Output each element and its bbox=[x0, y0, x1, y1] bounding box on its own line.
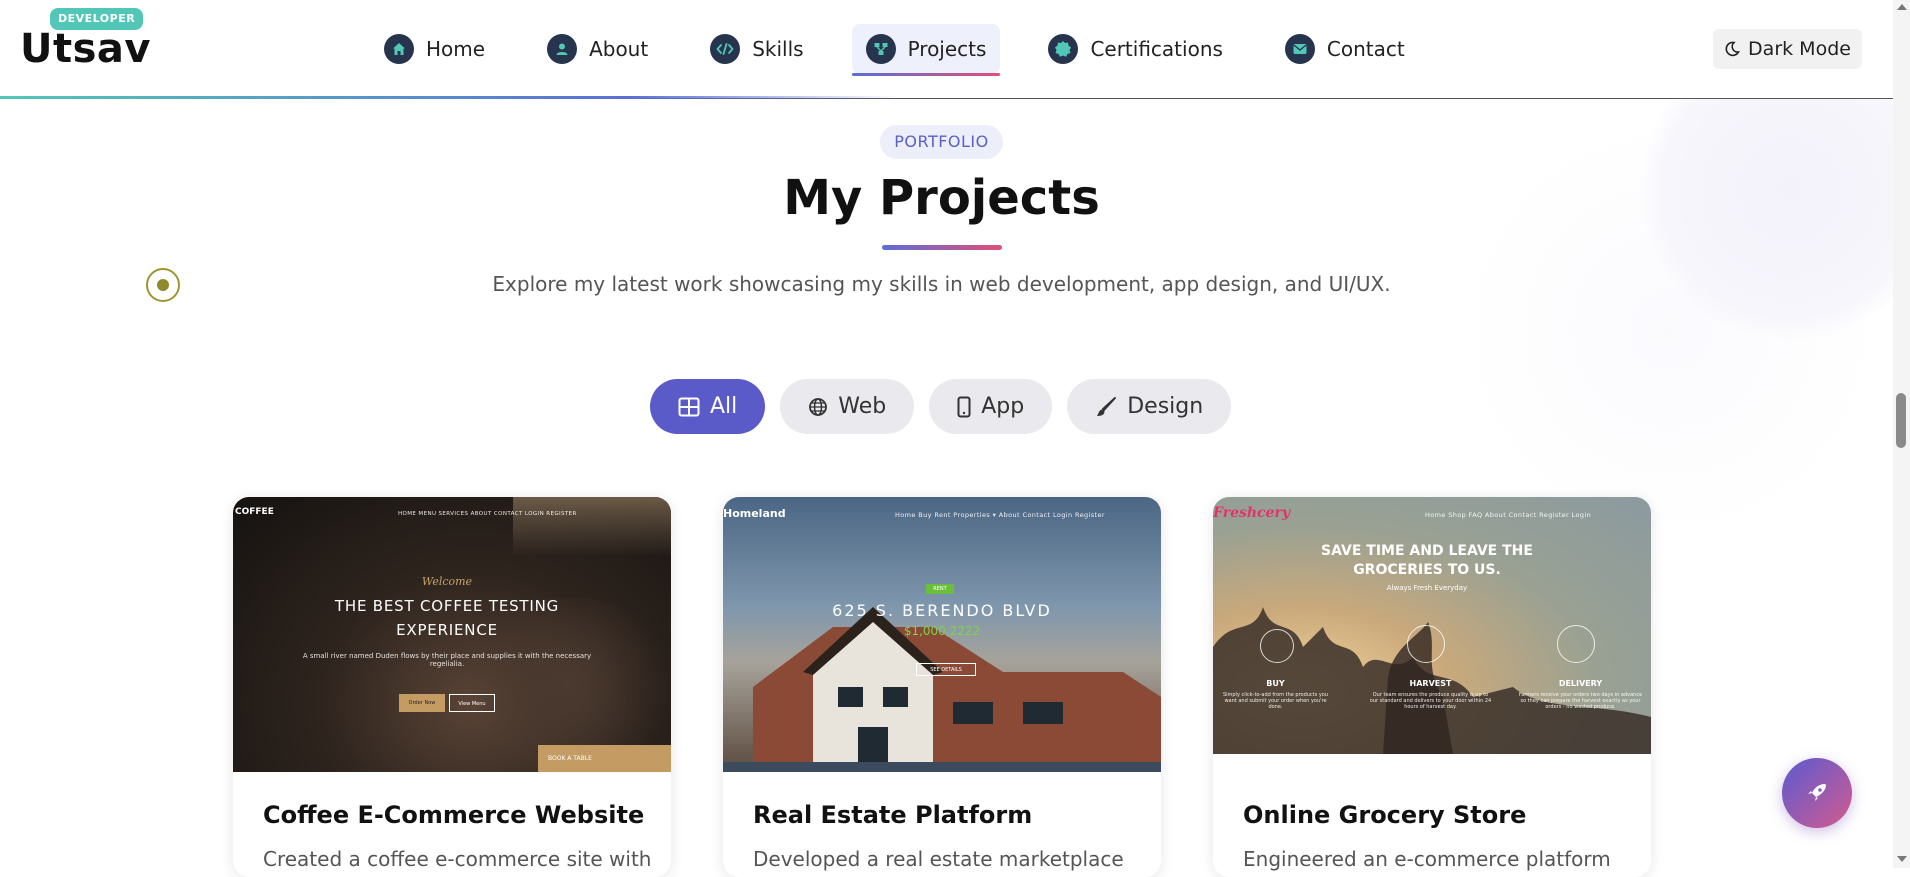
nav-label-about: About bbox=[589, 37, 649, 61]
project-card-real-estate[interactable]: Homeland Home Buy Rent Properties ▾ Abou… bbox=[723, 497, 1161, 877]
thumb-feature-title: DELIVERY bbox=[1558, 679, 1603, 688]
section-title: My Projects bbox=[783, 170, 1100, 226]
thumb-basket-icon bbox=[1260, 629, 1294, 663]
thumb-feature-text: Simply click-to-add from the products yo… bbox=[1222, 692, 1329, 710]
nav-label-contact: Contact bbox=[1326, 37, 1405, 61]
mobile-icon bbox=[957, 396, 971, 417]
project-title: Real Estate Platform bbox=[753, 801, 1033, 829]
thumb-headline-2: GROCERIES TO US. bbox=[1353, 562, 1501, 578]
scroll-up-arrow-icon[interactable] bbox=[1897, 4, 1907, 10]
dark-mode-label: Dark Mode bbox=[1748, 38, 1851, 60]
thumb-badge: RENT bbox=[926, 584, 954, 594]
thumb-feature-title: BUY bbox=[1266, 679, 1285, 688]
thumb-leaf-icon bbox=[1407, 625, 1445, 663]
project-thumbnail: Homeland Home Buy Rent Properties ▾ Abou… bbox=[723, 497, 1161, 772]
thumb-feature-text: Our team ensures the produce quality is … bbox=[1369, 692, 1492, 710]
project-description: Created a coffee e-commerce site with bbox=[263, 847, 652, 871]
thumb-logo: Freshcery bbox=[1213, 505, 1290, 521]
nav-item-about[interactable]: About bbox=[533, 24, 662, 74]
thumb-order-button: Order Now bbox=[399, 694, 445, 712]
project-title: Online Grocery Store bbox=[1243, 801, 1527, 829]
nav-label-projects: Projects bbox=[907, 37, 987, 61]
project-diagram-icon bbox=[865, 34, 896, 64]
thumb-truck-icon bbox=[1557, 625, 1595, 663]
nav-label-home: Home bbox=[426, 37, 486, 61]
code-icon bbox=[710, 34, 741, 64]
thumb-welcome: Welcome bbox=[421, 575, 473, 588]
scroll-down-arrow-icon[interactable] bbox=[1897, 856, 1907, 862]
rocket-fab-button[interactable] bbox=[1782, 758, 1852, 828]
nav-item-skills[interactable]: Skills bbox=[696, 24, 817, 74]
thumb-headline-2: EXPERIENCE bbox=[396, 621, 498, 639]
scrollbar-thumb[interactable] bbox=[1896, 393, 1906, 448]
moon-icon bbox=[1725, 41, 1741, 57]
title-underline bbox=[882, 245, 1002, 250]
thumb-address: 625 S. BERENDO BLVD bbox=[832, 601, 1052, 620]
thumb-headline-1: SAVE TIME AND LEAVE THE bbox=[1321, 543, 1533, 559]
nav-item-home[interactable]: Home bbox=[370, 24, 499, 74]
thumb-nav: Home Shop FAQ About Contact Register Log… bbox=[1425, 511, 1592, 519]
main-nav: Home About Skills Projects Certification… bbox=[370, 24, 1453, 76]
thumb-body: A small river named Duden flows by their… bbox=[302, 652, 592, 668]
user-icon bbox=[547, 34, 578, 64]
filter-app[interactable]: App bbox=[929, 379, 1053, 434]
rocket-icon bbox=[1808, 784, 1826, 801]
thumb-details-button: SEE DETAILS bbox=[916, 663, 976, 676]
project-description: Developed a real estate marketplace bbox=[753, 847, 1124, 871]
thumb-feature-text: Farmers receive your orders two days in … bbox=[1518, 692, 1643, 710]
project-filters: All Web App Design bbox=[650, 379, 1246, 434]
thumb-headline-1: THE BEST COFFEE TESTING bbox=[334, 597, 560, 615]
certificate-icon bbox=[1048, 34, 1079, 64]
site-header: DEVELOPER Utsav Home About Skills Projec… bbox=[0, 0, 1893, 99]
nav-label-certifications: Certifications bbox=[1090, 37, 1223, 61]
thumb-tagline: Always Fresh Everyday bbox=[1386, 584, 1468, 592]
header-accent-line bbox=[0, 96, 900, 99]
project-card-grocery[interactable]: Freshcery Home Shop FAQ About Contact Re… bbox=[1213, 497, 1651, 877]
filter-design[interactable]: Design bbox=[1067, 379, 1232, 434]
filter-label-web: Web bbox=[838, 394, 887, 419]
nav-item-contact[interactable]: Contact bbox=[1271, 24, 1419, 74]
thumb-menu-button: View Menu bbox=[449, 694, 495, 712]
site-logo[interactable]: Utsav bbox=[20, 26, 151, 72]
filter-label-design: Design bbox=[1127, 394, 1204, 419]
thumb-book-button: BOOK A TABLE bbox=[538, 745, 671, 772]
nav-item-projects[interactable]: Projects bbox=[851, 24, 1001, 76]
thumb-nav: HOME MENU SERVICES ABOUT CONTACT LOGIN R… bbox=[398, 511, 577, 517]
filter-label-all: All bbox=[710, 394, 738, 419]
brush-icon bbox=[1097, 396, 1117, 416]
thumb-price: $1,000,2222 bbox=[903, 624, 981, 638]
section-tag: PORTFOLIO bbox=[880, 125, 1003, 159]
project-description: Engineered an e-commerce platform bbox=[1243, 847, 1611, 871]
filter-label-app: App bbox=[981, 394, 1025, 419]
grid-icon bbox=[678, 397, 700, 416]
thumb-nav: Home Buy Rent Properties ▾ About Contact… bbox=[895, 511, 1105, 519]
project-thumbnail: Freshcery Home Shop FAQ About Contact Re… bbox=[1213, 497, 1651, 754]
section-subtitle: Explore my latest work showcasing my ski… bbox=[492, 272, 1391, 296]
thumb-logo: COFFEE bbox=[235, 507, 274, 517]
globe-icon bbox=[809, 397, 828, 416]
envelope-icon bbox=[1284, 34, 1315, 64]
home-icon bbox=[384, 34, 414, 64]
project-card-coffee[interactable]: COFFEE HOME MENU SERVICES ABOUT CONTACT … bbox=[233, 497, 671, 877]
filter-web[interactable]: Web bbox=[780, 379, 915, 434]
dark-mode-button[interactable]: Dark Mode bbox=[1713, 29, 1862, 69]
thumb-logo: Homeland bbox=[723, 507, 786, 520]
filter-all[interactable]: All bbox=[650, 379, 766, 434]
nav-label-skills: Skills bbox=[752, 37, 804, 61]
page-scrollbar[interactable] bbox=[1893, 0, 1910, 868]
project-thumbnail: COFFEE HOME MENU SERVICES ABOUT CONTACT … bbox=[233, 497, 671, 772]
thumb-feature-title: HARVEST bbox=[1409, 679, 1452, 688]
nav-item-certifications[interactable]: Certifications bbox=[1034, 24, 1236, 74]
project-title: Coffee E-Commerce Website bbox=[263, 801, 645, 829]
